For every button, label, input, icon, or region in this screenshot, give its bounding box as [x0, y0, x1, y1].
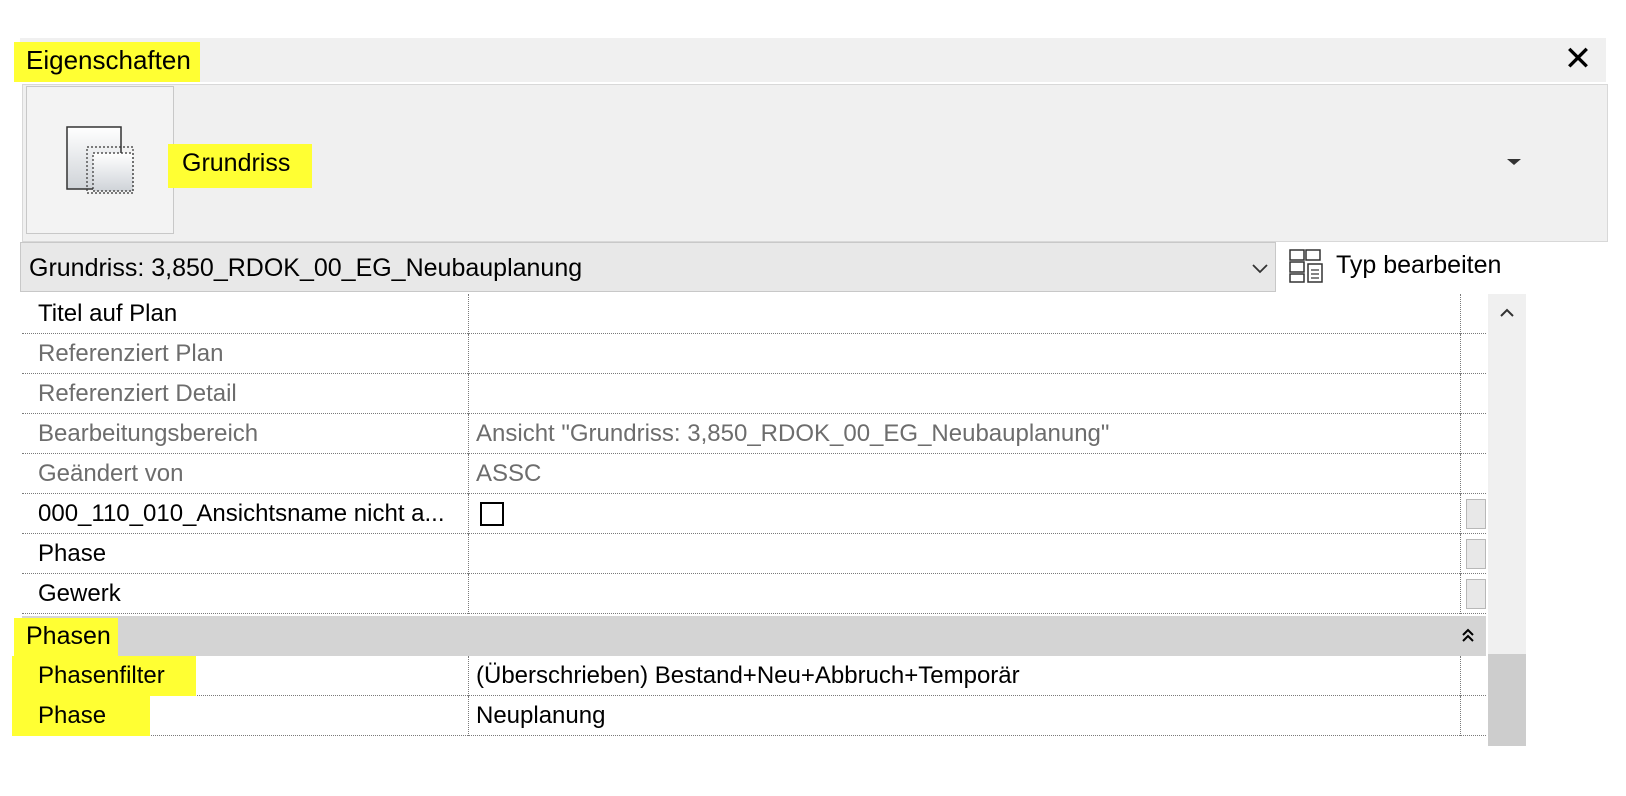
- column-divider: [468, 334, 469, 374]
- group-title: Phasen: [26, 622, 111, 650]
- column-divider: [468, 656, 469, 696]
- property-row[interactable]: Geändert von ASSC: [22, 454, 1486, 494]
- property-row[interactable]: Phase Neuplanung: [12, 696, 1486, 736]
- property-value[interactable]: Neuplanung: [476, 699, 605, 733]
- property-row[interactable]: Phasenfilter (Überschrieben) Bestand+Neu…: [12, 656, 1486, 696]
- column-divider: [1460, 494, 1461, 534]
- property-row[interactable]: Titel auf Plan: [22, 294, 1486, 334]
- scroll-up-icon[interactable]: [1494, 300, 1520, 326]
- column-divider: [468, 374, 469, 414]
- family-name: Grundriss: [182, 149, 291, 177]
- column-divider: [468, 494, 469, 534]
- property-name: Geändert von: [38, 460, 184, 487]
- column-divider: [1460, 696, 1461, 736]
- collapse-icon[interactable]: [1458, 624, 1478, 648]
- property-row[interactable]: Bearbeitungsbereich Ansicht "Grundriss: …: [22, 414, 1486, 454]
- column-divider: [1460, 414, 1461, 454]
- dropdown-arrow-icon[interactable]: [1502, 150, 1526, 174]
- close-icon[interactable]: ✕: [1558, 40, 1598, 78]
- property-name: Referenziert Detail: [38, 380, 237, 407]
- column-divider: [468, 414, 469, 454]
- column-divider: [1460, 374, 1461, 414]
- scrollbar-thumb[interactable]: [1488, 654, 1526, 746]
- column-divider: [468, 574, 469, 614]
- title-bar: [20, 38, 1606, 82]
- row-handle: [1466, 499, 1486, 529]
- column-divider: [468, 454, 469, 494]
- properties-grid: Titel auf Plan Referenziert Plan Referen…: [12, 294, 1486, 738]
- column-divider: [468, 534, 469, 574]
- panel-title: Eigenschaften: [26, 45, 191, 75]
- property-name: Phase: [38, 702, 107, 729]
- property-name: 000_110_010_Ansichtsname nicht a...: [38, 500, 445, 527]
- instance-selector[interactable]: Grundriss: 3,850_RDOK_00_EG_Neubauplanun…: [20, 242, 1276, 292]
- property-value: ASSC: [476, 460, 542, 487]
- property-name: Titel auf Plan: [38, 300, 178, 327]
- properties-panel: Eigenschaften ✕ Grundriss Grundriss: 3,8…: [0, 0, 1626, 796]
- row-handle: [1466, 539, 1486, 569]
- floor-plan-icon: [66, 126, 134, 194]
- property-row[interactable]: 000_110_010_Ansichtsname nicht a...: [22, 494, 1486, 534]
- column-divider: [468, 696, 469, 736]
- edit-type-label: Typ bearbeiten: [1336, 251, 1502, 279]
- column-divider: [1460, 334, 1461, 374]
- property-value[interactable]: (Überschrieben) Bestand+Neu+Abbruch+Temp…: [476, 659, 1020, 693]
- property-name: Bearbeitungsbereich: [38, 420, 259, 447]
- column-divider: [1460, 534, 1461, 574]
- column-divider: [1460, 454, 1461, 494]
- column-divider: [468, 294, 469, 334]
- property-row[interactable]: Phase: [22, 534, 1486, 574]
- column-divider: [1460, 294, 1461, 334]
- property-name: Phase: [38, 540, 107, 567]
- property-name: Gewerk: [38, 580, 121, 607]
- property-value: Ansicht "Grundriss: 3,850_RDOK_00_EG_Neu…: [476, 420, 1110, 447]
- property-name: Referenziert Plan: [38, 340, 224, 367]
- property-row[interactable]: Gewerk: [22, 574, 1486, 614]
- property-name: Phasenfilter: [38, 662, 165, 689]
- type-thumbnail: [26, 86, 174, 234]
- edit-type-button[interactable]: Typ bearbeiten: [1286, 244, 1526, 288]
- view-name-checkbox[interactable]: [480, 502, 504, 526]
- property-row[interactable]: Referenziert Plan: [22, 334, 1486, 374]
- chevron-down-icon: [1249, 257, 1271, 279]
- instance-selector-text: Grundriss: 3,850_RDOK_00_EG_Neubauplanun…: [29, 254, 583, 282]
- row-handle: [1466, 579, 1486, 609]
- column-divider: [1460, 574, 1461, 614]
- group-header-phasen[interactable]: Phasen: [14, 616, 1486, 656]
- property-row[interactable]: Referenziert Detail: [22, 374, 1486, 414]
- edit-type-icon: [1288, 248, 1326, 284]
- column-divider: [1460, 656, 1461, 696]
